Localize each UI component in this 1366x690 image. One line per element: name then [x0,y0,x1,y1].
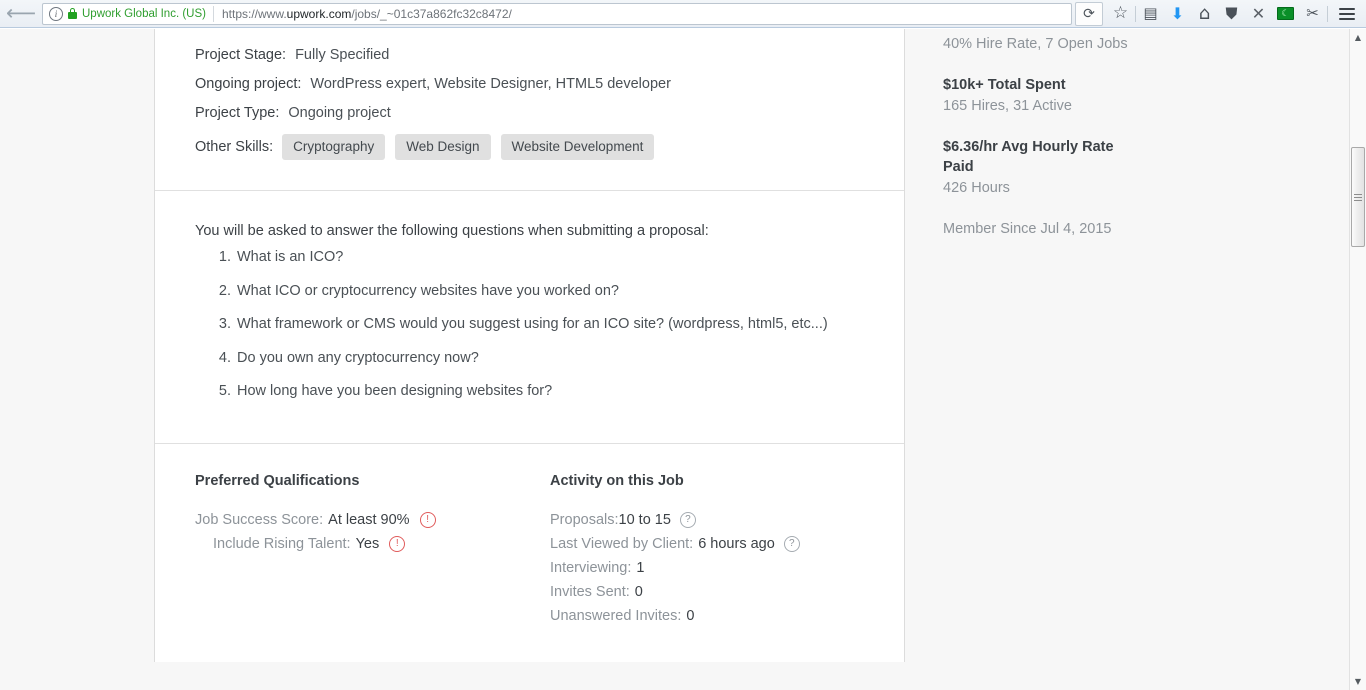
preferred-qualifications-column: Preferred Qualifications Job Success Sco… [195,473,550,632]
screening-questions-section: You will be asked to answer the followin… [155,191,904,443]
stat-label: Invites Sent: [550,583,630,600]
client-member-since: Member Since Jul 4, 2015 [943,221,1112,237]
detail-row-project-stage: Project Stage: Fully Specified [195,47,864,63]
site-identity-box[interactable]: i Upwork Global Inc. (US) [43,5,214,22]
stat-label: Job Success Score: [195,511,324,528]
back-arrow-icon: ⟵ [5,1,37,25]
detail-row-project-type: Project Type: Ongoing project [195,105,864,121]
url-text[interactable]: https://www.upwork.com/jobs/_~01c37a862f… [214,7,512,21]
client-hours: 426 Hours [943,180,1010,196]
questions-intro-text: You will be asked to answer the followin… [195,223,709,239]
url-path: /jobs/_~01c37a862fc32c8472/ [351,6,512,21]
pocket-icon[interactable]: ⛊ [1218,2,1245,26]
skill-tag-list: Cryptography Web Design Website Developm… [282,134,664,160]
qualifications-and-activity-section: Preferred Qualifications Job Success Sco… [155,444,904,662]
client-info-sidebar: 40% Hire Rate, 7 Open Jobs $10k+ Total S… [943,29,1193,260]
client-avg-rate-block: $6.36/hr Avg Hourly Rate Paid 426 Hours [943,137,1193,198]
stat-value: 0 [634,583,643,600]
x-extension-icon[interactable]: ✕ [1245,2,1272,26]
client-hires: 165 Hires, 31 Active [943,98,1072,114]
preferred-qualifications-heading: Preferred Qualifications [195,472,360,489]
green-extension-icon[interactable]: ☾ [1272,2,1299,26]
question-item: What ICO or cryptocurrency websites have… [235,282,847,301]
scrollbar-grip-icon [1354,192,1362,203]
detail-value: Ongoing project [288,105,391,121]
client-total-spent: $10k+ Total Spent [943,77,1066,93]
skill-tag[interactable]: Web Design [395,134,491,160]
bookmark-star-icon[interactable]: ☆ [1107,2,1134,26]
client-hire-rate: 40% Hire Rate, 7 Open Jobs [943,36,1128,52]
warning-icon[interactable]: ! [419,511,436,528]
skill-tag[interactable]: Website Development [500,134,655,160]
activity-proposals: Proposals: 10 to 15 ? [550,511,864,528]
library-icon[interactable]: ▤ [1137,2,1164,26]
stat-value: 10 to 15 [618,511,671,528]
stat-label: Unanswered Invites: [550,607,682,624]
skill-tag[interactable]: Cryptography [282,134,386,160]
activity-heading: Activity on this Job [550,472,684,489]
client-total-spent-block: $10k+ Total Spent 165 Hires, 31 Active [943,75,1193,116]
questions-list: What is an ICO? What ICO or cryptocurren… [195,248,864,401]
stat-value: Yes [355,535,380,552]
url-prefix: https://www. [221,6,287,21]
question-item: How long have you been designing website… [235,382,847,401]
qualification-job-success-score: Job Success Score: At least 90% ! [195,511,550,528]
lock-icon [68,8,77,19]
scrollbar-thumb[interactable] [1351,147,1365,247]
toolbar-separator-2 [1327,5,1328,22]
stat-value: 6 hours ago [698,535,775,552]
toolbar-separator [1135,5,1136,22]
stat-value: 1 [636,559,645,576]
stat-value: 0 [686,607,695,624]
help-icon[interactable]: ? [783,535,800,552]
home-icon[interactable]: ⌂ [1191,2,1218,26]
job-details-card: Project Stage: Fully Specified Ongoing p… [154,29,905,662]
info-icon[interactable]: i [49,6,63,21]
client-member-since-block: Member Since Jul 4, 2015 [943,219,1193,239]
reload-icon: ⟳ [1083,5,1095,22]
vertical-scrollbar[interactable]: ▲ ▼ [1349,29,1366,690]
question-item: What framework or CMS would you suggest … [235,315,847,334]
detail-value: Fully Specified [295,47,390,63]
activity-unanswered-invites: Unanswered Invites: 0 [550,608,864,624]
qualification-rising-talent: Include Rising Talent: Yes ! [195,535,550,552]
downloads-icon[interactable]: ⬇ [1164,2,1191,26]
detail-label: Project Type: [195,105,280,121]
question-item: Do you own any cryptocurrency now? [235,349,847,368]
menu-icon[interactable] [1333,2,1360,26]
detail-row-other-skills: Other Skills: Cryptography Web Design We… [195,134,864,160]
stat-label: Proposals: [550,511,619,528]
detail-label: Project Stage: [195,47,287,63]
detail-value: WordPress expert, Website Designer, HTML… [310,76,671,92]
scroll-up-arrow-icon[interactable]: ▲ [1350,29,1366,46]
activity-column: Activity on this Job Proposals: 10 to 15… [550,473,864,632]
client-avg-hourly-rate: $6.36/hr Avg Hourly Rate Paid [943,139,1114,175]
project-details-section: Project Stage: Fully Specified Ongoing p… [155,29,904,190]
other-skills-label: Other Skills: [195,139,274,155]
toolbar-icon-group: ☆ ▤ ⬇ ⌂ ⛊ ✕ ☾ ✂ [1107,0,1366,28]
scroll-down-arrow-icon[interactable]: ▼ [1350,673,1366,690]
stat-label: Interviewing: [550,559,632,576]
warning-icon[interactable]: ! [389,535,406,552]
stat-value: At least 90% [328,511,410,528]
client-hire-rate-block: 40% Hire Rate, 7 Open Jobs [943,34,1193,54]
detail-row-ongoing-project: Ongoing project: WordPress expert, Websi… [195,76,864,92]
scissors-extension-icon[interactable]: ✂ [1299,2,1326,26]
back-button[interactable]: ⟵ [6,2,36,26]
help-icon[interactable]: ? [679,511,696,528]
question-item: What is an ICO? [235,248,847,267]
browser-toolbar: ⟵ i Upwork Global Inc. (US) https://www.… [0,0,1366,28]
stat-label: Last Viewed by Client: [550,535,694,552]
activity-invites-sent: Invites Sent: 0 [550,584,864,600]
page-viewport: Project Stage: Fully Specified Ongoing p… [0,29,1366,690]
stat-label: Include Rising Talent: [213,535,351,552]
url-host: upwork.com [286,6,352,21]
hamburger-glyph [1338,5,1355,23]
address-bar[interactable]: i Upwork Global Inc. (US) https://www.up… [42,2,1072,25]
site-owner-label: Upwork Global Inc. (US) [82,7,206,20]
reload-button[interactable]: ⟳ [1075,1,1103,26]
activity-interviewing: Interviewing: 1 [550,560,864,576]
detail-label: Ongoing project: [195,76,302,92]
activity-last-viewed: Last Viewed by Client: 6 hours ago ? [550,535,864,552]
